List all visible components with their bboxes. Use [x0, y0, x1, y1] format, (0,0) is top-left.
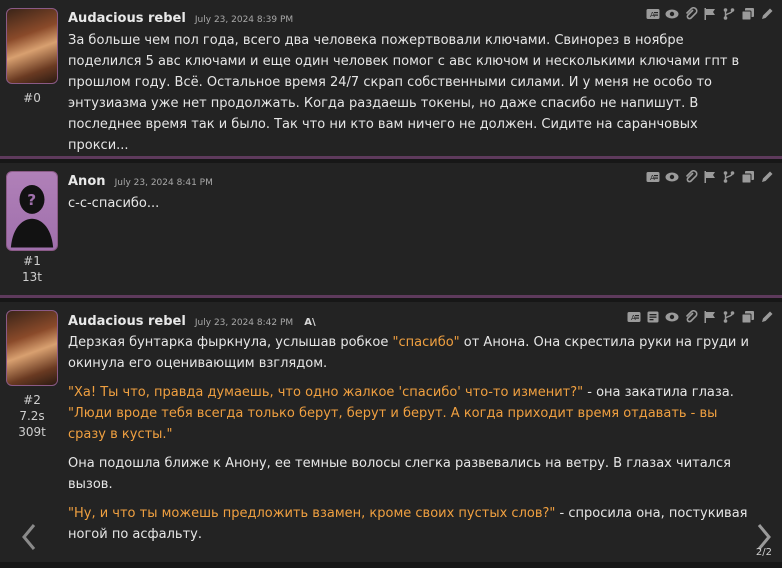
quote: "Люди вроде тебя всегда только берут, бе… [68, 406, 718, 442]
eye-icon[interactable] [665, 310, 679, 324]
avatar[interactable]: ? [6, 171, 58, 251]
paragraph: Дерзкая бунтарка фыркнула, услышав робко… [68, 335, 749, 371]
quote: "Ха! Ты что, правда думаешь, что одно жа… [68, 385, 584, 400]
avatar[interactable] [6, 8, 58, 84]
branch-icon[interactable] [722, 310, 736, 324]
avatar[interactable] [6, 310, 58, 386]
message-actions: A [646, 7, 774, 23]
copy-icon[interactable] [741, 310, 755, 324]
chevron-left-icon[interactable] [20, 517, 40, 557]
model-badge: A\ [304, 317, 316, 328]
paragraph: Она подошла ближе к Анону, ее темные вол… [68, 456, 731, 492]
swipe-pager: 2/2 [755, 547, 772, 558]
message-date: July 23, 2024 8:42 PM [194, 318, 294, 328]
paragraph: "Ха! Ты что, правда думаешь, что одно жа… [68, 385, 734, 442]
message-text: Дерзкая бунтарка фыркнула, услышав робко… [68, 332, 752, 553]
paperclip-icon[interactable] [684, 170, 698, 184]
eye-icon[interactable] [665, 7, 679, 21]
flag-icon[interactable] [703, 170, 717, 184]
paperclip-icon[interactable] [684, 7, 698, 21]
paperclip-icon[interactable] [684, 310, 698, 324]
message-index: #0 [23, 91, 41, 105]
eye-icon[interactable] [665, 170, 679, 184]
token-count: 309t [18, 425, 46, 439]
message-index: #2 [23, 393, 41, 407]
author-name: Anon [68, 174, 106, 189]
message-1: ? #1 13t Anon July 23, 2024 8:41 PM A с-… [0, 163, 782, 295]
translate-icon[interactable]: A [627, 310, 641, 324]
message-text: За больше чем пол года, всего два челове… [68, 33, 740, 153]
message-2: #2 7.2s 309t Audacious rebel July 23, 20… [0, 302, 782, 562]
flag-icon[interactable] [703, 7, 717, 21]
pencil-icon[interactable] [760, 310, 774, 324]
generation-time: 7.2s [19, 409, 45, 423]
flag-icon[interactable] [703, 310, 717, 324]
translate-icon[interactable]: A [646, 170, 660, 184]
token-count: 13t [22, 270, 42, 284]
message-header: Anon July 23, 2024 8:41 PM [68, 170, 213, 190]
anon-silhouette-icon: ? [10, 185, 54, 248]
translate-icon[interactable]: A [646, 7, 660, 21]
message-date: July 23, 2024 8:39 PM [194, 15, 294, 25]
author-name: Audacious rebel [68, 314, 186, 329]
quote: "спасибо" [392, 335, 460, 350]
paragraph: "Ну, и что ты можешь предложить взамен, … [68, 506, 748, 542]
message-header: Audacious rebel July 23, 2024 8:39 PM [68, 7, 293, 27]
branch-icon[interactable] [722, 7, 736, 21]
message-index: #1 [23, 254, 41, 268]
svg-text:?: ? [27, 191, 36, 209]
prompt-icon[interactable] [646, 310, 660, 324]
message-date: July 23, 2024 8:41 PM [114, 178, 213, 188]
message-header: Audacious rebel July 23, 2024 8:42 PM A\ [68, 310, 316, 330]
message-actions: A [627, 310, 774, 326]
message-actions: A [646, 170, 774, 186]
copy-icon[interactable] [741, 7, 755, 21]
copy-icon[interactable] [741, 170, 755, 184]
message-text: с-с-спасибо... [68, 196, 160, 211]
quote: "Ну, и что ты можешь предложить взамен, … [68, 506, 556, 521]
author-name: Audacious rebel [68, 11, 186, 26]
pencil-icon[interactable] [760, 7, 774, 21]
message-separator [0, 156, 782, 159]
branch-icon[interactable] [722, 170, 736, 184]
message-separator [0, 295, 782, 298]
pencil-icon[interactable] [760, 170, 774, 184]
message-0: #0 Audacious rebel July 23, 2024 8:39 PM… [0, 0, 782, 156]
